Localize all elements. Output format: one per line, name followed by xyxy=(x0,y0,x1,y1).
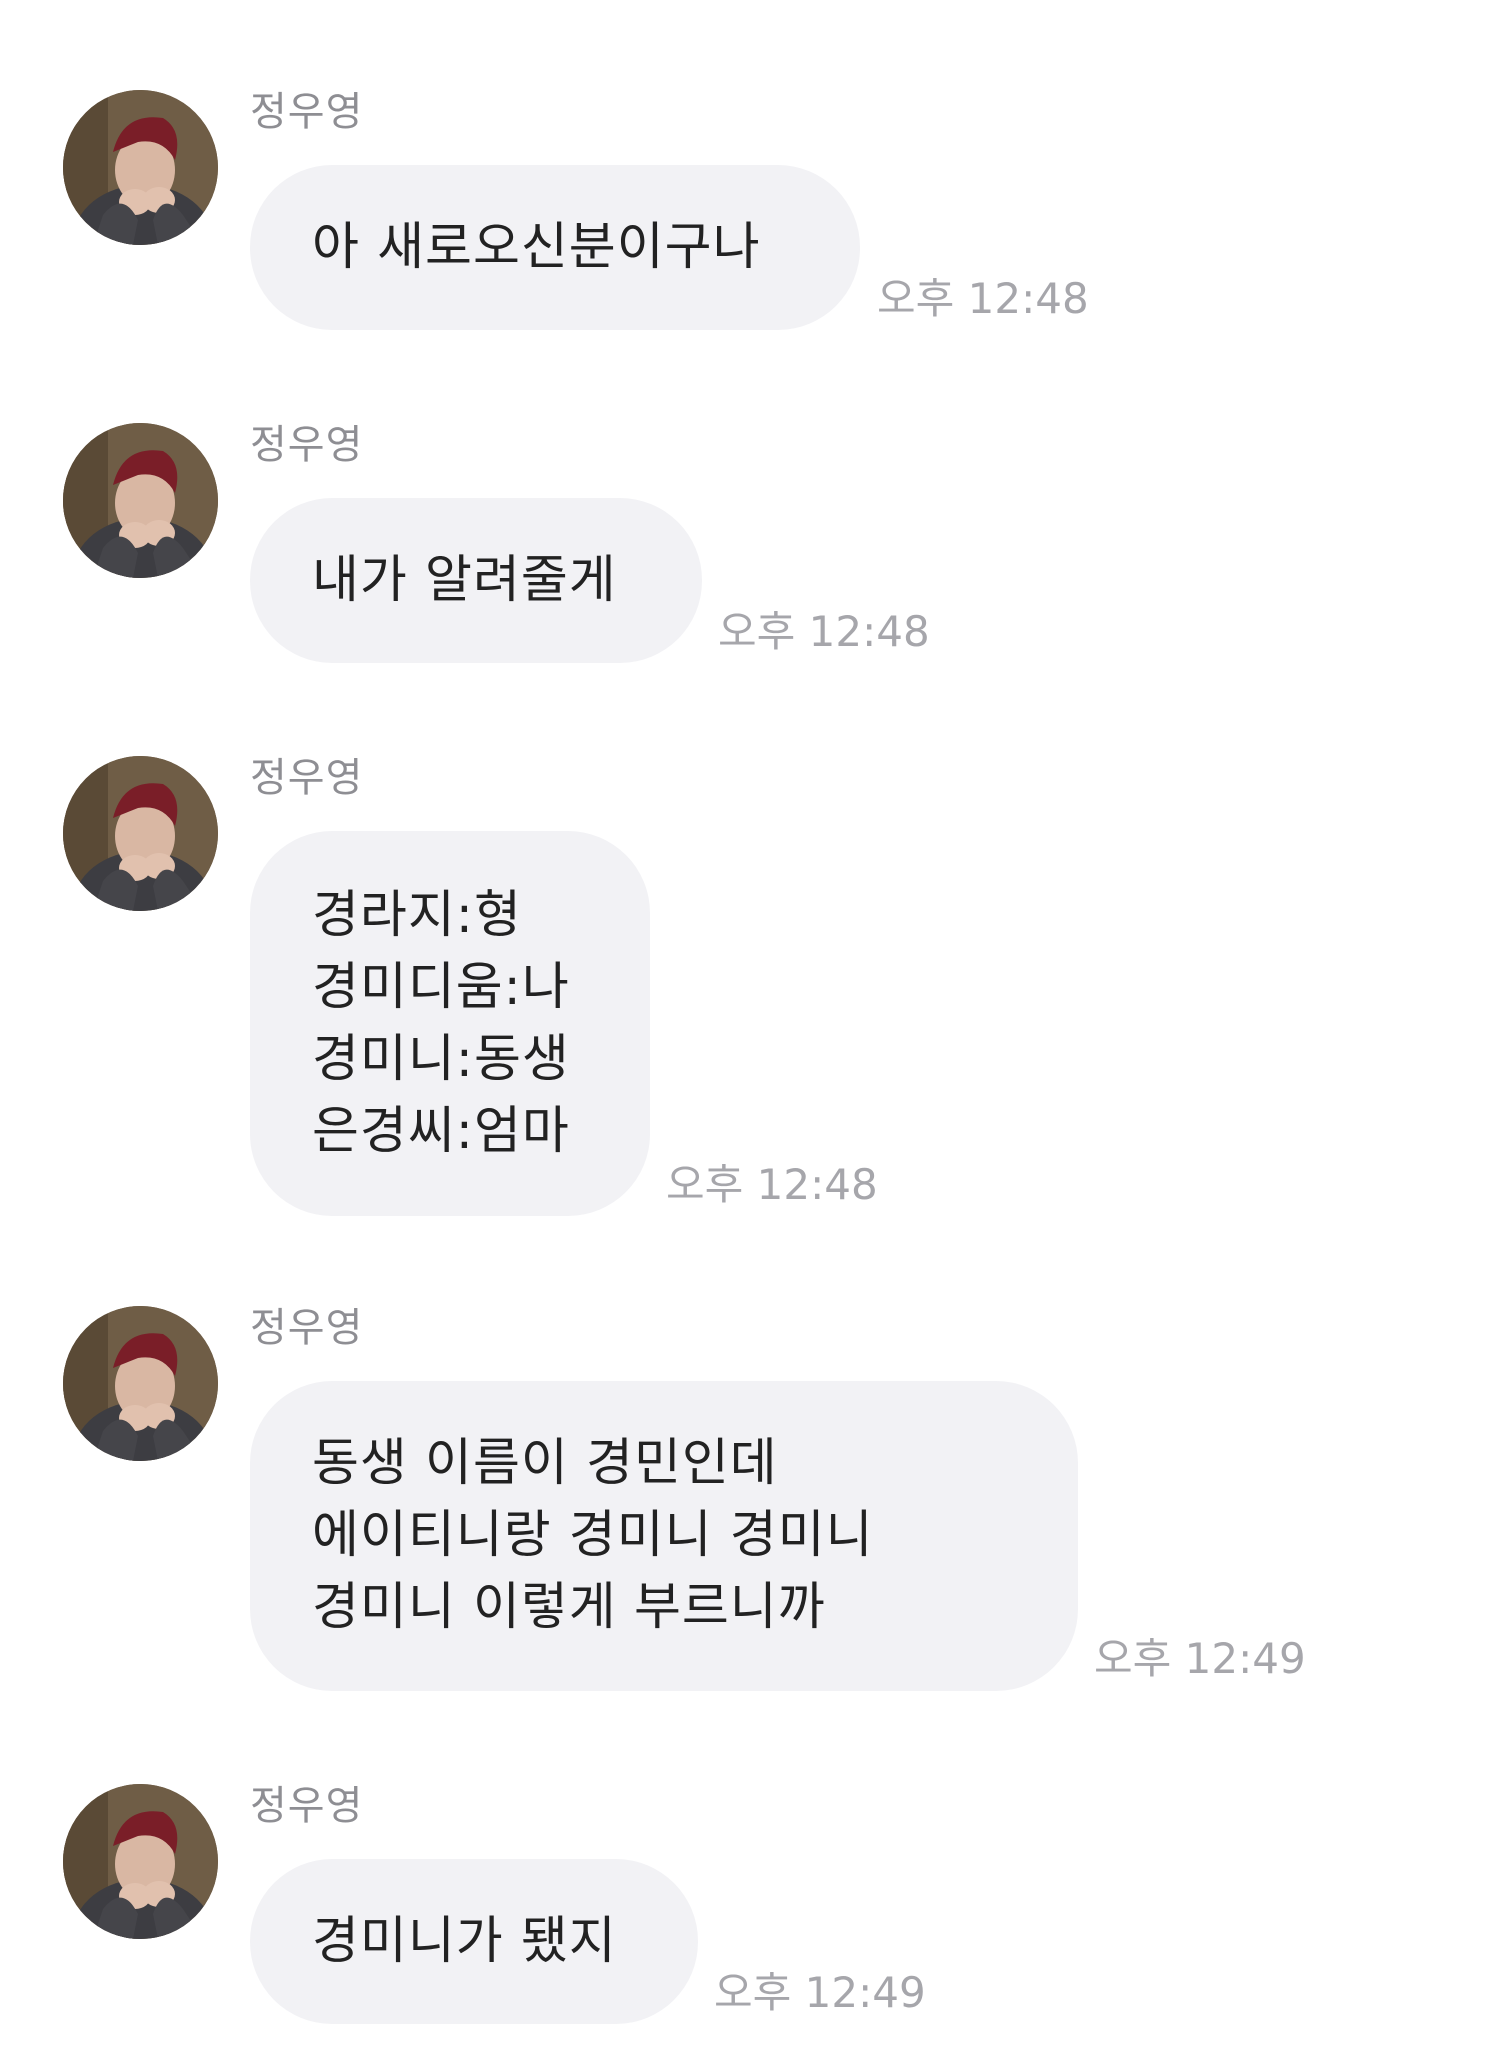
message-time: 오후 12:48 xyxy=(666,1160,878,1209)
message-time: 오후 12:48 xyxy=(877,274,1089,323)
avatar[interactable] xyxy=(63,423,218,578)
profile-photo-icon xyxy=(63,1784,218,1939)
message-time: 오후 12:49 xyxy=(1094,1634,1306,1683)
message-bubble[interactable]: 아 새로오신분이구나 xyxy=(250,165,860,330)
sender-name: 정우영 xyxy=(250,1783,364,1829)
sender-name: 정우영 xyxy=(250,755,364,801)
profile-photo-icon xyxy=(63,423,218,578)
avatar[interactable] xyxy=(63,1306,218,1461)
message-time: 오후 12:49 xyxy=(714,1968,926,2017)
sender-name: 정우영 xyxy=(250,422,364,468)
message-text: 경라지:형 경미디움:나 경미니:동생 은경씨:엄마 xyxy=(312,885,570,1161)
profile-photo-icon xyxy=(63,90,218,245)
message-text: 아 새로오신분이구나 xyxy=(312,217,761,277)
message-bubble[interactable]: 경미니가 됐지 xyxy=(250,1859,698,2024)
message-text: 동생 이름이 경민인데 에이티니랑 경미니 경미니 경미니 이렇게 부르니까 xyxy=(312,1434,874,1637)
avatar[interactable] xyxy=(63,90,218,245)
message-text: 내가 알려줄게 xyxy=(312,550,617,610)
message-bubble[interactable]: 내가 알려줄게 xyxy=(250,498,702,663)
message-bubble[interactable]: 경라지:형 경미디움:나 경미니:동생 은경씨:엄마 xyxy=(250,831,650,1216)
avatar[interactable] xyxy=(63,1784,218,1939)
sender-name: 정우영 xyxy=(250,89,364,135)
profile-photo-icon xyxy=(63,1306,218,1461)
message-bubble[interactable]: 동생 이름이 경민인데 에이티니랑 경미니 경미니 경미니 이렇게 부르니까 xyxy=(250,1381,1078,1691)
sender-name: 정우영 xyxy=(250,1305,364,1351)
message-time: 오후 12:48 xyxy=(718,607,930,656)
message-text: 경미니가 됐지 xyxy=(312,1911,617,1971)
profile-photo-icon xyxy=(63,756,218,911)
avatar[interactable] xyxy=(63,756,218,911)
